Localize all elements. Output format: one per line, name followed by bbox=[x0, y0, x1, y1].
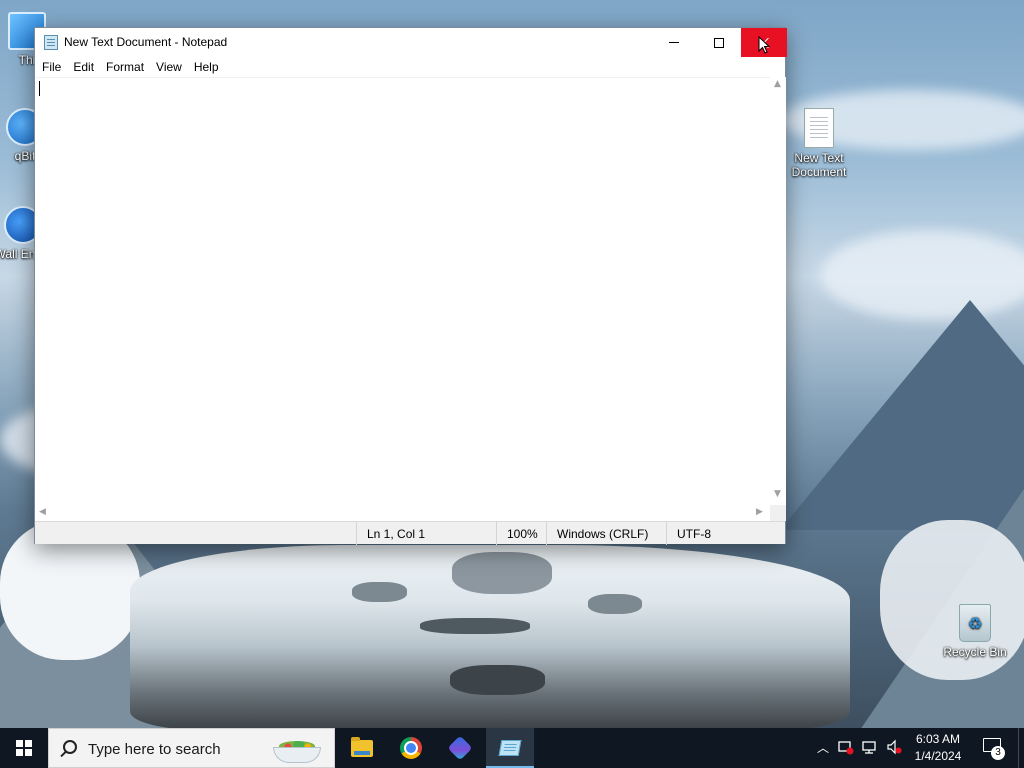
maximize-button[interactable] bbox=[696, 28, 741, 57]
action-center-button[interactable]: 3 bbox=[983, 738, 1005, 760]
taskbar-search-box[interactable]: Type here to search bbox=[48, 728, 335, 768]
title-bar[interactable]: New Text Document - Notepad bbox=[35, 28, 787, 57]
status-encoding: UTF-8 bbox=[666, 522, 786, 545]
taskbar-copilot[interactable] bbox=[436, 728, 484, 768]
horizontal-scrollbar[interactable]: ◀ ▶ bbox=[36, 505, 770, 521]
search-highlight-salad-icon[interactable] bbox=[267, 733, 325, 765]
security-alert-icon[interactable] bbox=[838, 739, 854, 755]
menu-bar: File Edit Format View Help bbox=[35, 57, 785, 77]
taskbar-clock[interactable]: 6:03 AM 1/4/2024 bbox=[896, 731, 980, 765]
clock-date: 1/4/2024 bbox=[914, 749, 962, 763]
minimize-icon bbox=[668, 42, 679, 43]
copilot-icon bbox=[447, 735, 473, 761]
show-desktop-button[interactable] bbox=[1018, 728, 1024, 768]
status-zoom: 100% bbox=[496, 522, 546, 545]
wallpaper-rock bbox=[452, 552, 552, 594]
scrollbar-corner bbox=[770, 505, 786, 521]
desktop-icon-recycle-bin[interactable]: Recycle Bin bbox=[940, 604, 1010, 659]
taskbar-notepad[interactable] bbox=[486, 728, 534, 768]
minimize-button[interactable] bbox=[651, 28, 696, 57]
maximize-icon bbox=[713, 37, 724, 48]
scroll-left-icon[interactable]: ◀ bbox=[39, 507, 46, 517]
start-button[interactable] bbox=[0, 728, 48, 768]
file-explorer-icon bbox=[351, 736, 373, 757]
wallpaper-rock bbox=[420, 618, 530, 634]
status-position: Ln 1, Col 1 bbox=[356, 522, 496, 545]
wallpaper-rock bbox=[450, 665, 545, 695]
search-placeholder: Type here to search bbox=[88, 741, 221, 758]
menu-file[interactable]: File bbox=[36, 57, 67, 77]
chrome-icon bbox=[400, 737, 422, 759]
text-caret bbox=[39, 81, 40, 96]
desktop-icon-label: Recycle Bin bbox=[943, 645, 1007, 659]
network-icon[interactable] bbox=[862, 739, 878, 755]
menu-edit[interactable]: Edit bbox=[67, 57, 100, 77]
desktop-icon-label: Thi bbox=[18, 53, 36, 67]
clock-time: 6:03 AM bbox=[915, 732, 961, 746]
search-icon bbox=[63, 740, 77, 754]
notification-count-badge: 3 bbox=[991, 746, 1005, 760]
scroll-right-icon[interactable]: ▶ bbox=[756, 507, 763, 517]
desktop-icon-label: New Text Document bbox=[791, 151, 847, 179]
taskbar-chrome[interactable] bbox=[387, 728, 435, 768]
text-document-icon bbox=[804, 108, 834, 148]
scroll-up-icon[interactable]: ▲ bbox=[774, 79, 781, 89]
wallpaper-rock bbox=[588, 594, 642, 614]
menu-help[interactable]: Help bbox=[188, 57, 225, 77]
notepad-icon[interactable] bbox=[44, 35, 58, 50]
notepad-window: New Text Document - Notepad File Edit Fo… bbox=[34, 27, 787, 545]
desktop-icon-label: qBit bbox=[14, 149, 36, 163]
notepad-icon bbox=[498, 740, 522, 756]
scroll-down-icon[interactable]: ▼ bbox=[774, 489, 781, 499]
taskbar-file-explorer[interactable] bbox=[338, 728, 386, 768]
status-line-ending: Windows (CRLF) bbox=[546, 522, 666, 545]
text-editor[interactable] bbox=[36, 77, 770, 505]
window-title: New Text Document - Notepad bbox=[64, 35, 228, 49]
recycle-bin-icon bbox=[959, 604, 991, 642]
wallpaper-rock bbox=[352, 582, 407, 602]
menu-view[interactable]: View bbox=[150, 57, 188, 77]
windows-logo-icon bbox=[16, 740, 32, 756]
chevron-up-icon[interactable]: ︿ bbox=[815, 739, 831, 755]
vertical-scrollbar[interactable]: ▲ ▼ bbox=[770, 77, 786, 505]
status-bar: Ln 1, Col 1 100% Windows (CRLF) UTF-8 bbox=[35, 521, 786, 545]
menu-format[interactable]: Format bbox=[100, 57, 150, 77]
taskbar: Type here to search ︿ 6:03 AM 1/4/2024 3 bbox=[0, 728, 1024, 768]
desktop-icon-new-text-document[interactable]: New Text Document bbox=[784, 108, 854, 179]
